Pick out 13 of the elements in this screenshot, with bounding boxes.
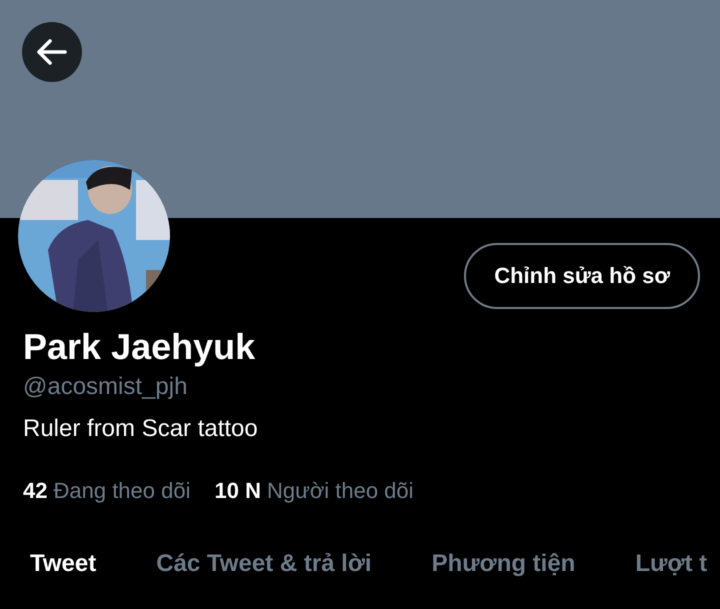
profile-name: Park Jaehyuk [23, 326, 256, 368]
back-icon [36, 38, 68, 66]
profile-handle: @acosmist_pjh [23, 372, 188, 402]
profile-tab[interactable]: Các Tweet & trả lời [136, 542, 392, 586]
stat-label[interactable]: Đang theo dõi [53, 478, 190, 504]
profile-tab[interactable]: Tweet [10, 542, 116, 586]
profile-tab[interactable]: Lượt t [615, 542, 720, 586]
stat-label[interactable]: Người theo dõi [266, 478, 414, 504]
profile-tab[interactable]: Phương tiện [412, 542, 596, 586]
profile-bio: Ruler from Scar tattoo [23, 414, 258, 444]
edit-profile-button[interactable]: Chỉnh sửa hồ sơ [464, 243, 700, 309]
stat-count[interactable]: 42 [23, 478, 48, 504]
stat-count[interactable]: 10 N [214, 478, 261, 504]
